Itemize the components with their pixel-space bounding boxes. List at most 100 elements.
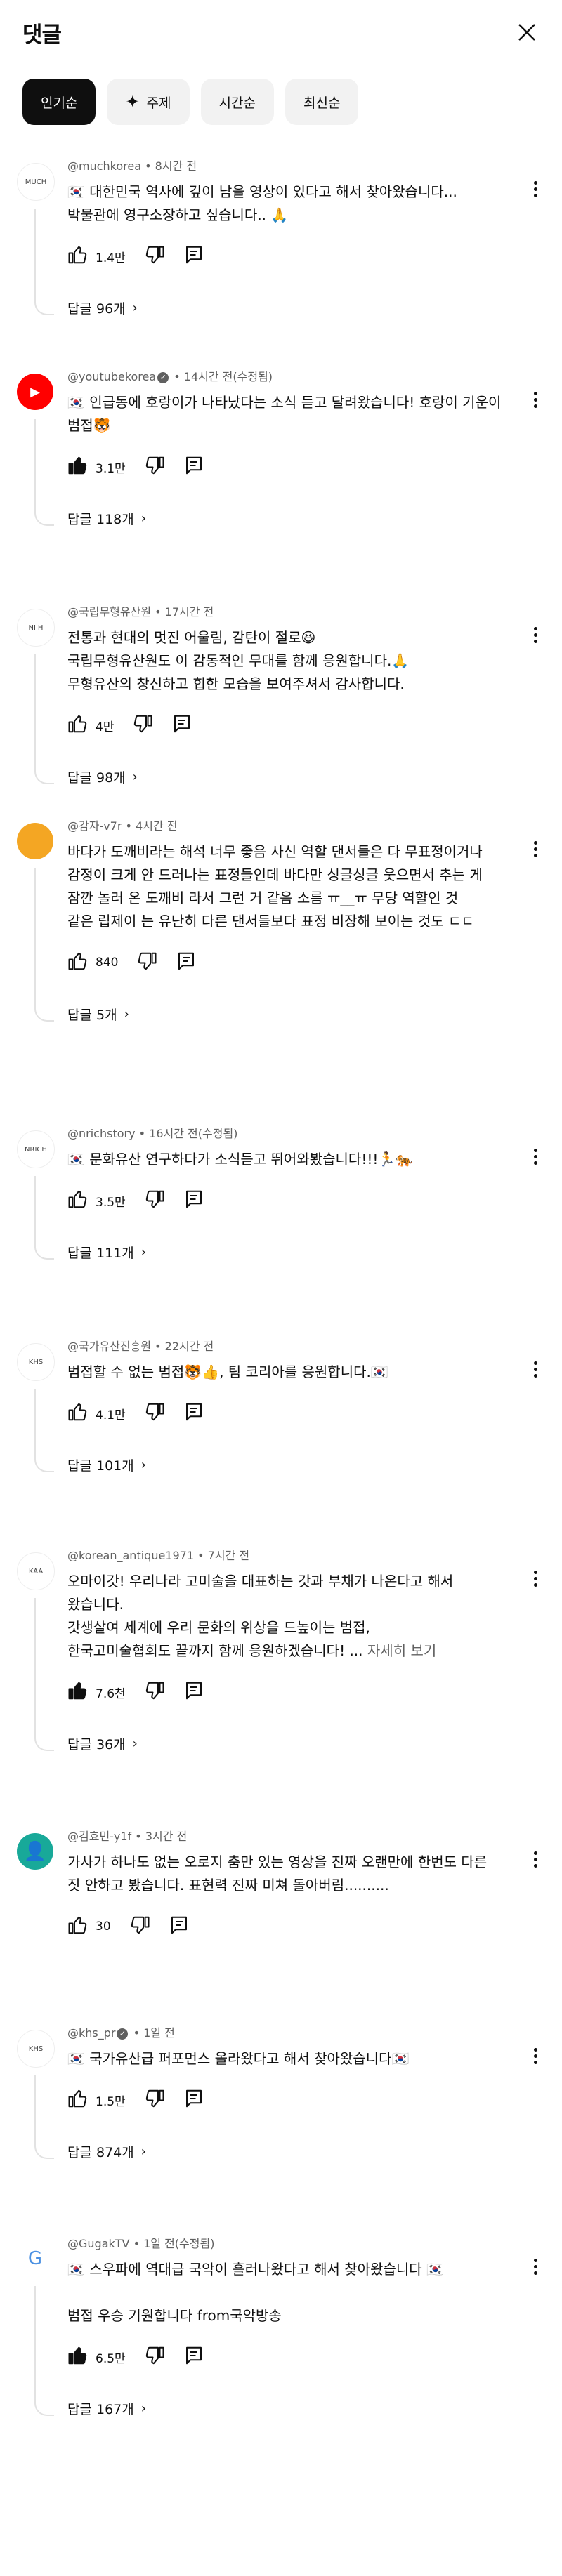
view-replies-button[interactable]: 답글 111개 › <box>67 1243 146 1262</box>
like-button[interactable]: 1.4만 <box>67 244 126 269</box>
more-options-icon[interactable] <box>527 835 544 863</box>
avatar[interactable]: 👤 <box>17 1833 53 1870</box>
like-button[interactable]: 840 <box>67 951 118 975</box>
author-handle[interactable]: @nrichstory <box>67 1127 136 1140</box>
reply-button[interactable] <box>183 455 204 480</box>
dislike-button[interactable] <box>144 1189 165 1213</box>
more-options-icon[interactable] <box>527 621 544 649</box>
author-handle[interactable]: @korean_antique1971 <box>67 1549 194 1562</box>
author-handle[interactable]: @khs_pr <box>67 2026 115 2040</box>
like-count: 4.1만 <box>96 1408 126 1422</box>
dislike-button[interactable] <box>144 2345 165 2370</box>
reply-button[interactable] <box>183 1680 204 1705</box>
view-replies-button[interactable]: 답글 5개 › <box>67 1005 129 1024</box>
chip-topic[interactable]: ✦ 주제 <box>107 79 190 125</box>
author-handle[interactable]: @감자-v7r <box>67 819 122 833</box>
view-replies-button[interactable]: 답글 96개 › <box>67 298 138 317</box>
comment-icon <box>183 1401 204 1426</box>
like-button[interactable]: 3.1만 <box>67 455 126 480</box>
more-options-icon[interactable] <box>527 1142 544 1170</box>
more-options-icon[interactable] <box>527 1564 544 1592</box>
author-handle[interactable]: @국립무형유산원 <box>67 605 151 619</box>
avatar[interactable]: KHS <box>17 2030 55 2068</box>
view-replies-button[interactable]: 답글 101개 › <box>67 1455 146 1474</box>
thumbs-down-icon <box>144 244 165 269</box>
author-handle[interactable]: @김효민-y1f <box>67 1830 131 1843</box>
comment-line: 전통과 현대의 멋진 어울림, 감탄이 절로😆 <box>67 629 316 646</box>
comment-icon <box>183 2088 204 2113</box>
avatar[interactable]: G <box>17 2240 53 2277</box>
dislike-button[interactable] <box>144 1680 165 1705</box>
comment-line: 한국고미술협회도 끝까지 함께 응원하겠습니다! ... 자세히 보기 <box>67 1642 437 1659</box>
view-replies-button[interactable]: 답글 167개 › <box>67 2399 146 2418</box>
comment-actions: 30 <box>67 1911 208 1942</box>
dislike-button[interactable] <box>132 713 153 738</box>
reply-button[interactable] <box>183 244 204 269</box>
comment: NRICH @nrichstory • 16시간 전(수정됨) 🇰🇷 문화유산 연구… <box>0 1111 562 1324</box>
chip-time[interactable]: 시간순 <box>200 79 274 125</box>
show-more-link[interactable]: 자세히 보기 <box>363 1642 436 1659</box>
more-options-icon[interactable] <box>527 2252 544 2280</box>
avatar[interactable] <box>17 823 53 859</box>
avatar[interactable]: ▶ <box>17 374 53 410</box>
like-button[interactable]: 4만 <box>67 713 114 738</box>
separator-dot: • <box>122 819 136 833</box>
comment-line: 범접 우승 기원합니다 from국악방송 <box>67 2307 282 2324</box>
reply-button[interactable] <box>171 713 192 738</box>
more-options-icon[interactable] <box>527 1845 544 1873</box>
reply-button[interactable] <box>183 1189 204 1213</box>
thread-line <box>34 1389 54 1472</box>
dislike-button[interactable] <box>144 244 165 269</box>
dislike-button[interactable] <box>144 1401 165 1426</box>
avatar[interactable]: KHS <box>17 1343 55 1381</box>
reply-button[interactable] <box>183 2345 204 2370</box>
author-handle[interactable]: @youtubekorea <box>67 370 156 383</box>
chip-newest[interactable]: 최신순 <box>285 79 359 125</box>
view-replies-button[interactable]: 답글 118개 › <box>67 509 146 528</box>
comment-text: 🇰🇷 문화유산 연구하다가 소식듣고 뛰어와봤습니다!!!🏃🐅 <box>67 1148 513 1171</box>
dislike-button[interactable] <box>129 1915 150 1939</box>
reply-button[interactable] <box>176 951 197 975</box>
comment: KHS @국가유산진흥원 • 22시간 전 범접할 수 없는 범접🐯👍, 팀 코리아… <box>0 1324 562 1533</box>
like-button[interactable]: 4.1만 <box>67 1401 126 1426</box>
avatar[interactable]: MUCH <box>17 163 55 201</box>
comment-time: 4시간 전 <box>136 819 178 833</box>
author-handle[interactable]: @muchkorea <box>67 159 141 173</box>
more-options-icon[interactable] <box>527 2042 544 2070</box>
avatar[interactable]: NIIH <box>17 609 55 647</box>
comment-icon <box>176 951 197 975</box>
comment-meta: @muchkorea • 8시간 전 <box>67 157 513 176</box>
like-button[interactable]: 30 <box>67 1915 111 1939</box>
reply-button[interactable] <box>183 2088 204 2113</box>
like-button[interactable]: 1.5만 <box>67 2088 126 2113</box>
chip-popular[interactable]: 인기순 <box>22 79 96 125</box>
reply-button[interactable] <box>183 1401 204 1426</box>
more-options-icon[interactable] <box>527 1355 544 1383</box>
thumbs-down-icon <box>136 951 157 975</box>
dislike-button[interactable] <box>144 2088 165 2113</box>
comment-actions: 6.5만 <box>67 2341 223 2372</box>
like-button[interactable]: 6.5만 <box>67 2345 126 2370</box>
dislike-button[interactable] <box>144 455 165 480</box>
view-replies-button[interactable]: 답글 36개 › <box>67 1734 138 1753</box>
view-replies-button[interactable]: 답글 98개 › <box>67 767 138 786</box>
avatar[interactable]: NRICH <box>17 1130 55 1168</box>
close-icon[interactable] <box>516 21 538 44</box>
comment-line: 갓생살여 세계에 우리 문화의 위상을 드높이는 범접, <box>67 1619 370 1636</box>
view-replies-button[interactable]: 답글 874개 › <box>67 2142 146 2161</box>
like-button[interactable]: 3.5만 <box>67 1189 126 1213</box>
comment-icon <box>183 2345 204 2370</box>
thumbs-up-icon <box>67 1915 89 1939</box>
author-handle[interactable]: @국가유산진흥원 <box>67 1340 151 1353</box>
thumbs-up-icon <box>67 713 89 738</box>
more-options-icon[interactable] <box>527 385 544 414</box>
comment-icon <box>169 1915 190 1939</box>
reply-button[interactable] <box>169 1915 190 1939</box>
like-button[interactable]: 7.6천 <box>67 1680 126 1705</box>
comment-text: 전통과 현대의 멋진 어울림, 감탄이 절로😆 국립무형유산원도 이 감동적인 무… <box>67 626 513 696</box>
dislike-button[interactable] <box>136 951 157 975</box>
author-handle[interactable]: @GugakTV <box>67 2237 129 2250</box>
more-options-icon[interactable] <box>527 175 544 203</box>
comment-meta: @국립무형유산원 • 17시간 전 <box>67 602 513 622</box>
avatar[interactable]: KAA <box>17 1552 55 1590</box>
